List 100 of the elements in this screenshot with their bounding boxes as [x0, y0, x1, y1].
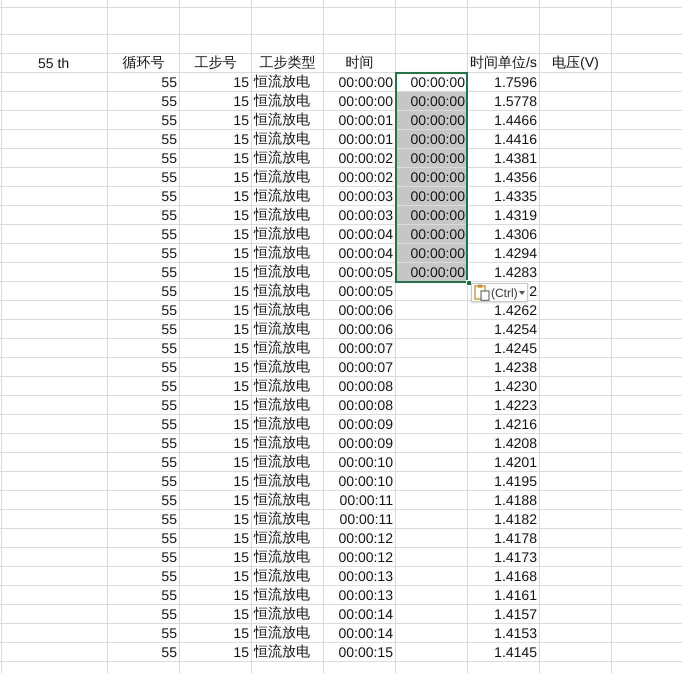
table-cell-text: 55: [160, 453, 178, 471]
table-cell-text: 1.4188: [493, 491, 538, 509]
table-cell-text: 55: [160, 225, 178, 243]
table-cell-text: 1.4201: [493, 453, 538, 471]
table-cell-text: 55: [160, 358, 178, 376]
table-cell-text: 恒流放电: [252, 567, 311, 585]
table-cell-text: 55: [160, 605, 178, 623]
table-cell-text: 15: [232, 244, 250, 262]
table-cell-text: 55: [160, 586, 178, 604]
table-cell-text: 55: [160, 244, 178, 262]
table-cell: 00:00:00: [396, 206, 467, 224]
table-cell-text: 00:00:12: [338, 548, 394, 566]
table-cell-text: 恒流放电: [252, 624, 311, 642]
table-cell-text: 15: [232, 130, 250, 148]
table-cell-text: 时间: [344, 54, 374, 72]
table-cell-text: 15: [232, 73, 250, 91]
table-cell: 00:00:00: [396, 111, 467, 129]
table-cell-text: 恒流放电: [252, 206, 311, 224]
table-cell-text: 00:00:07: [338, 358, 394, 376]
table-cell-text: 电压(V): [551, 54, 600, 72]
table-cell-text: 55: [160, 415, 178, 433]
table-cell-text: 00:00:08: [338, 396, 394, 414]
table-cell-text: 55: [160, 282, 178, 300]
table-cell-text: 55: [160, 130, 178, 148]
table-cell-text: 15: [232, 472, 250, 490]
table-cell-text: 55: [160, 491, 178, 509]
clipboard-icon: [474, 284, 490, 301]
table-cell-text: 1.4153: [493, 624, 538, 642]
table-cell: 00:00:00: [396, 130, 467, 148]
table-cell-text: 15: [232, 320, 250, 338]
table-cell-text: 55: [160, 168, 178, 186]
table-cell-text: 恒流放电: [252, 263, 311, 281]
table-cell-text: 恒流放电: [252, 491, 311, 509]
table-cell-text: 15: [232, 301, 250, 319]
table-cell-text: 1.4238: [493, 358, 538, 376]
table-cell-text: 00:00:05: [338, 282, 394, 300]
table-cell-text: 00:00:11: [338, 510, 394, 528]
table-cell-text: 1.4335: [493, 187, 538, 205]
table-cell-text: 15: [232, 643, 250, 661]
fill-handle[interactable]: [466, 280, 472, 286]
table-cell-text: 15: [232, 149, 250, 167]
table-cell-text: 恒流放电: [252, 548, 311, 566]
caret-icon: [518, 290, 525, 294]
table-cell-text: 15: [232, 168, 250, 186]
table-cell-text: 1.4168: [493, 567, 538, 585]
table-cell-text: 55: [160, 567, 178, 585]
table-cell-text: 恒流放电: [252, 320, 311, 338]
table-cell-text: 恒流放电: [252, 73, 311, 91]
table-cell-text: 55: [160, 510, 178, 528]
table-cell-text: 时间单位/s: [469, 54, 538, 72]
table-cell-text: 15: [232, 339, 250, 357]
table-cell-text: 1.7596: [493, 73, 538, 91]
table-cell-text: 1.4230: [493, 377, 538, 395]
table-cell-text: 00:00:03: [338, 206, 394, 224]
table-cell-text: 恒流放电: [252, 396, 311, 414]
table-cell-text: 00:00:02: [338, 149, 394, 167]
table-cell-text: 15: [232, 92, 250, 110]
table-cell: 00:00:00: [396, 263, 467, 281]
table-cell-text: 恒流放电: [252, 358, 311, 376]
table-cell-text: 恒流放电: [252, 643, 311, 661]
table-cell-text: 55: [160, 73, 178, 91]
table-cell-text: 1.4182: [493, 510, 538, 528]
table-cell-text: 15: [232, 263, 250, 281]
table-cell-text: 15: [232, 548, 250, 566]
table-cell-text: 00:00:01: [338, 130, 394, 148]
table-cell-text: 15: [232, 377, 250, 395]
table-cell-text: 15: [232, 111, 250, 129]
table-cell-text: 15: [232, 225, 250, 243]
table-cell-text: 55: [160, 377, 178, 395]
table-cell-text: 恒流放电: [252, 472, 311, 490]
table-cell-text: 00:00:05: [338, 263, 394, 281]
table-cell-text: 1.4145: [493, 643, 538, 661]
table-cell-text: 00:00:06: [338, 320, 394, 338]
table-cell-text: 00:00:11: [338, 491, 394, 509]
table-cell-text: 00:00:12: [338, 529, 394, 547]
table-cell-text: 55: [160, 434, 178, 452]
table-cell-text: 1.4161: [493, 586, 538, 604]
table-cell-text: 15: [232, 396, 250, 414]
table-cell-text: 15: [232, 282, 250, 300]
table-cell-text: 恒流放电: [252, 168, 311, 186]
table-cell-text: 55: [160, 643, 178, 661]
table-cell-text: 00:00:04: [338, 244, 394, 262]
table-cell-text: 00:00:15: [338, 643, 394, 661]
table-cell-text: 00:00:02: [338, 168, 394, 186]
table-cell-text: 15: [232, 586, 250, 604]
table-cell-text: 55: [160, 149, 178, 167]
table-cell-text: 恒流放电: [252, 130, 311, 148]
table-cell-text: 55: [160, 301, 178, 319]
table-cell-text: 1.4294: [493, 244, 538, 262]
table-cell-text: 00:00:08: [338, 377, 394, 395]
table-cell-text: 恒流放电: [252, 510, 311, 528]
table-cell-text: 00:00:13: [338, 586, 394, 604]
table-cell-text: 1.4173: [493, 548, 538, 566]
table-cell-text: 55: [160, 472, 178, 490]
table-cell-text: 00:00:04: [338, 225, 394, 243]
paste-options-button[interactable]: (Ctrl): [471, 283, 528, 302]
table-cell-text: 恒流放电: [252, 377, 311, 395]
table-cell-text: 55: [160, 92, 178, 110]
table-cell: 00:00:00: [396, 244, 467, 262]
table-cell-text: 00:00:00: [338, 92, 394, 110]
